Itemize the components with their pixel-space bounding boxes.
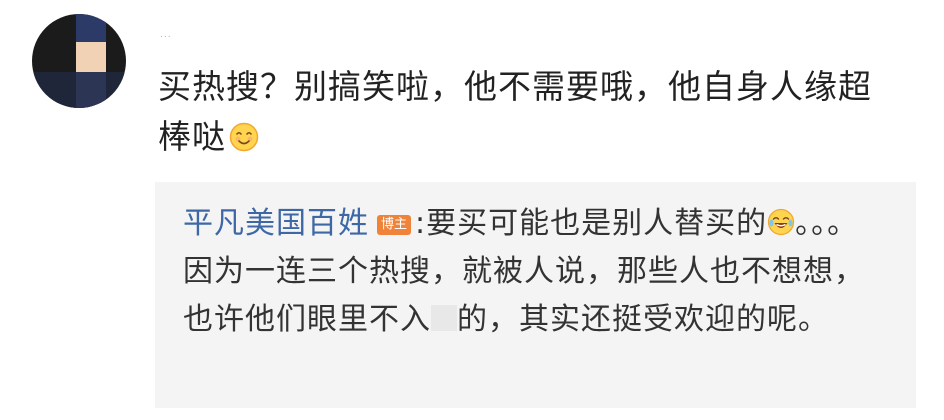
smile-emoji-icon xyxy=(229,116,259,152)
reply-author-link[interactable]: 平凡美国百姓 xyxy=(183,206,369,241)
commenter-username[interactable]: ... xyxy=(160,30,172,40)
reply-text-part3: 的，其实还挺受欢迎的呢。 xyxy=(457,302,829,337)
reply-text: 平凡美国百姓 博主:要买可能也是别人替买的 。。。因为一连三个热搜，就被人说，那些… xyxy=(183,200,883,344)
blogger-badge: 博主 xyxy=(377,215,412,235)
laugh-cry-emoji-icon xyxy=(767,203,795,236)
comment-text: 买热搜？别搞笑啦，他不需要哦，他自身人缘超棒哒 xyxy=(158,67,872,156)
reply-separator: : xyxy=(415,206,427,241)
reply-text-part1: 要买可能也是别人替买的 xyxy=(426,206,768,241)
commenter-avatar[interactable] xyxy=(32,14,126,108)
comment-body: 买热搜？别搞笑啦，他不需要哦，他自身人缘超棒哒 xyxy=(158,62,898,162)
redacted-char xyxy=(431,305,457,331)
reply-box: 平凡美国百姓 博主:要买可能也是别人替买的 。。。因为一连三个热搜，就被人说，那些… xyxy=(155,182,916,408)
